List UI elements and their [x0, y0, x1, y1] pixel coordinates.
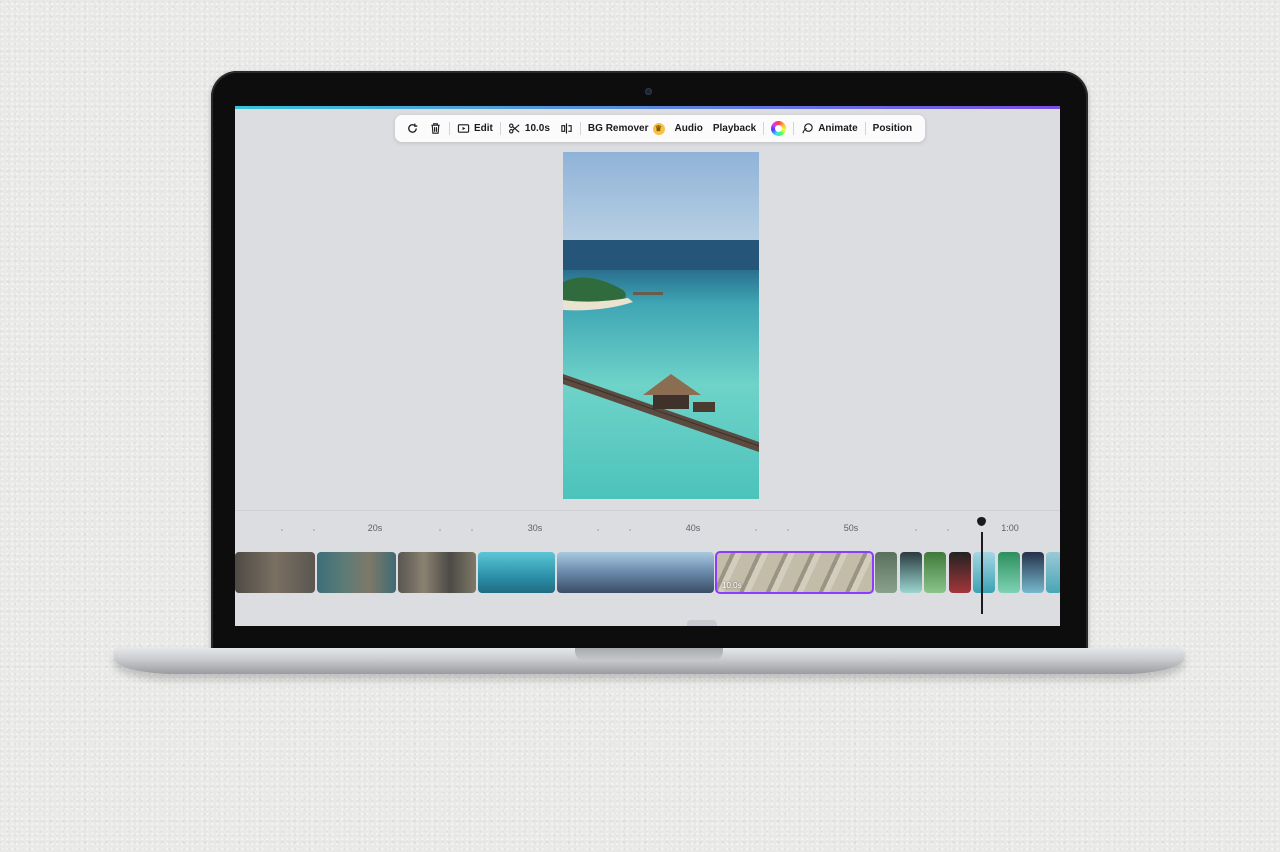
toolbar-divider: [449, 122, 450, 135]
play-edit-icon: [457, 122, 470, 135]
timeline-clip[interactable]: [235, 552, 315, 593]
scissors-icon: [508, 122, 521, 135]
preview-frame-image: [563, 152, 759, 499]
timeline-collapse-tab[interactable]: [687, 620, 717, 626]
audio-label: Audio: [674, 123, 703, 134]
tick-label: 30s: [527, 523, 543, 533]
tick-dot: [629, 529, 631, 531]
audio-button[interactable]: Audio: [670, 115, 708, 142]
video-toolbar: Edit 10.0s BG Remover ♛ Audio Playback A…: [395, 115, 925, 142]
editor-screen: Edit 10.0s BG Remover ♛ Audio Playback A…: [235, 106, 1060, 626]
toolbar-divider: [793, 122, 795, 135]
timeline-clip[interactable]: [1046, 552, 1060, 593]
edit-button[interactable]: Edit: [452, 115, 498, 142]
tick-dot: [471, 529, 473, 531]
playhead[interactable]: [981, 532, 983, 614]
tick-label: 50s: [843, 523, 859, 533]
timeline-clip[interactable]: [557, 552, 714, 593]
video-track: 10.0s: [235, 551, 1060, 594]
color-button[interactable]: [766, 115, 791, 142]
color-wheel-icon: [771, 121, 787, 136]
tick-dot: [313, 529, 315, 531]
position-label: Position: [872, 123, 913, 134]
tick-dot: [755, 529, 757, 531]
toolbar-divider: [579, 122, 581, 135]
timeline-clip[interactable]: [998, 552, 1020, 593]
timeline-clip[interactable]: [949, 552, 971, 593]
trash-icon: [429, 122, 442, 135]
timeline-clip-selected[interactable]: 10.0s: [715, 551, 874, 594]
bg-remover-label: BG Remover: [587, 123, 649, 134]
timeline-divider: [235, 510, 1060, 511]
tick-dot: [915, 529, 917, 531]
tick-dot: [947, 529, 949, 531]
tick-dot: [281, 529, 283, 531]
toolbar-divider: [864, 122, 866, 135]
timeline-clip[interactable]: [1022, 552, 1044, 593]
flip-button[interactable]: [555, 115, 578, 142]
timeline-clip[interactable]: [924, 552, 946, 593]
timeline-clip[interactable]: [973, 552, 995, 593]
edit-label: Edit: [474, 123, 493, 134]
webcam: [645, 88, 652, 95]
crown-icon: ♛: [652, 122, 665, 135]
tick-label: 40s: [685, 523, 701, 533]
playback-button[interactable]: Playback: [708, 115, 761, 142]
animate-icon: [801, 122, 814, 135]
animate-label: Animate: [818, 123, 858, 134]
progress-accent-line: [235, 106, 1060, 109]
timeline-clip[interactable]: [875, 552, 897, 593]
tick-dot: [597, 529, 599, 531]
delete-button[interactable]: [424, 115, 447, 142]
position-button[interactable]: Position: [868, 115, 917, 142]
tick-label: 20s: [367, 523, 383, 533]
replace-icon: [406, 122, 419, 135]
toolbar-divider: [763, 122, 765, 135]
tick-label: 1:00: [1001, 523, 1019, 533]
animate-button[interactable]: Animate: [796, 115, 862, 142]
timeline-clip[interactable]: [398, 552, 476, 593]
tick-dot: [439, 529, 441, 531]
laptop-hinge-notch: [575, 648, 723, 661]
bg-remover-button[interactable]: BG Remover ♛: [583, 115, 670, 142]
timeline-ruler: 20s 30s 40s 50s 1:00: [235, 516, 1060, 536]
timeline-clip[interactable]: [900, 552, 922, 593]
duration-label: 10.0s: [524, 123, 550, 134]
video-preview[interactable]: [563, 152, 759, 499]
flip-icon: [560, 122, 573, 135]
clip-duration-label: 10.0s: [722, 581, 742, 590]
playback-label: Playback: [712, 123, 757, 134]
tick-dot: [787, 529, 789, 531]
toolbar-divider: [499, 122, 501, 135]
trim-button[interactable]: 10.0s: [503, 115, 555, 142]
timeline-clip[interactable]: [478, 552, 555, 593]
replace-button[interactable]: [401, 115, 424, 142]
timeline-clip[interactable]: [317, 552, 396, 593]
